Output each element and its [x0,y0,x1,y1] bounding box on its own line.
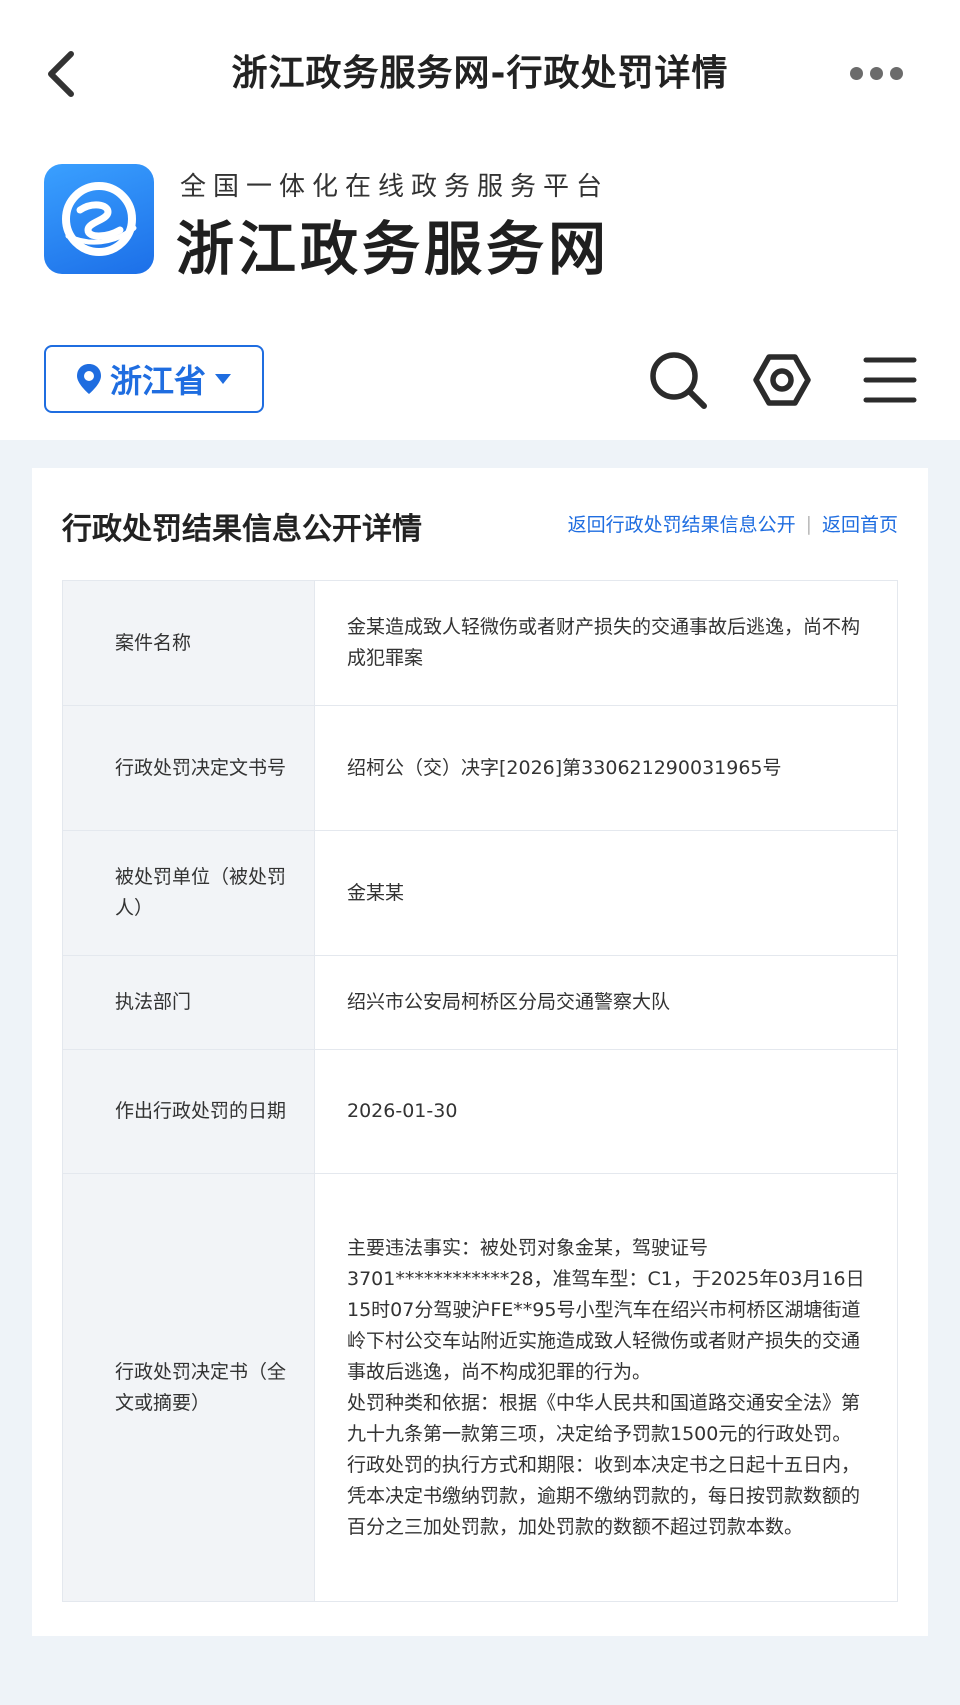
row-value: 金某某 [314,830,898,956]
settings-icon [753,354,811,406]
more-button[interactable] [836,58,916,88]
table-row: 行政处罚决定文书号 绍柯公（交）决字[2026]第330621290031965… [62,705,898,831]
detail-table: 案件名称 金某造成致人轻微伤或者财产损失的交通事故后逃逸，尚不构成犯罪案 行政处… [62,580,898,1602]
table-row: 作出行政处罚的日期 2026-01-30 [62,1049,898,1174]
brand-subtitle: 全国一体化在线政务服务平台 [180,172,610,202]
decision-paragraph-facts: 主要违法事实：被处罚对象金某，驾驶证号3701************28，准驾… [347,1236,865,1383]
return-list-link[interactable]: 返回行政处罚结果信息公开 [568,510,796,537]
decision-paragraph-execution: 行政处罚的执行方式和期限：收到本决定书之日起十五日内，凭本决定书缴纳罚款，逾期不… [347,1453,861,1538]
region-label: 浙江省 [109,362,206,400]
search-icon [650,352,707,409]
table-row: 行政处罚决定书（全文或摘要） 主要违法事实：被处罚对象金某，驾驶证号3701**… [62,1173,898,1602]
row-value: 主要违法事实：被处罚对象金某，驾驶证号3701************28，准驾… [314,1173,898,1602]
brand-header: 全国一体化在线政务服务平台 浙江政务服务网 [44,164,744,283]
table-row: 被处罚单位（被处罚人） 金某某 [62,830,898,956]
brand-logo-icon [44,164,154,274]
link-separator: | [805,512,812,535]
menu-icon [863,357,917,403]
search-button[interactable] [646,348,710,412]
region-selector[interactable]: 浙江省 [44,345,264,413]
card-title: 行政处罚结果信息公开详情 [62,512,422,547]
page-title: 浙江政务服务网-行政处罚详情 [231,53,729,94]
caret-down-icon [215,374,231,384]
row-label: 案件名称 [62,580,315,706]
brand-name: 浙江政务服务网 [176,215,611,283]
return-home-link[interactable]: 返回首页 [822,510,898,537]
decision-paragraph-basis: 处罚种类和依据：根据《中华人民共和国道路交通安全法》第九十九条第一款第三项，决定… [347,1391,861,1445]
row-label: 行政处罚决定文书号 [62,705,315,831]
settings-button[interactable] [750,348,814,412]
row-value: 金某造成致人轻微伤或者财产损失的交通事故后逃逸，尚不构成犯罪案 [314,580,898,706]
table-row: 执法部门 绍兴市公安局柯桥区分局交通警察大队 [62,955,898,1050]
table-row: 案件名称 金某造成致人轻微伤或者财产损失的交通事故后逃逸，尚不构成犯罪案 [62,580,898,706]
row-label: 执法部门 [62,955,315,1050]
row-value: 绍兴市公安局柯桥区分局交通警察大队 [314,955,898,1050]
row-value: 绍柯公（交）决字[2026]第330621290031965号 [314,705,898,831]
row-label: 作出行政处罚的日期 [62,1049,315,1174]
nav-bar: 浙江政务服务网-行政处罚详情 [0,0,960,150]
card-links: 返回行政处罚结果信息公开 | 返回首页 [568,510,898,537]
detail-card: 行政处罚结果信息公开详情 返回行政处罚结果信息公开 | 返回首页 案件名称 金某… [32,468,928,1636]
menu-button[interactable] [858,348,922,412]
more-icon [849,66,863,80]
row-label: 行政处罚决定书（全文或摘要） [62,1173,315,1602]
row-value: 2026-01-30 [314,1049,898,1174]
row-label: 被处罚单位（被处罚人） [62,830,315,956]
location-pin-icon [76,364,101,394]
